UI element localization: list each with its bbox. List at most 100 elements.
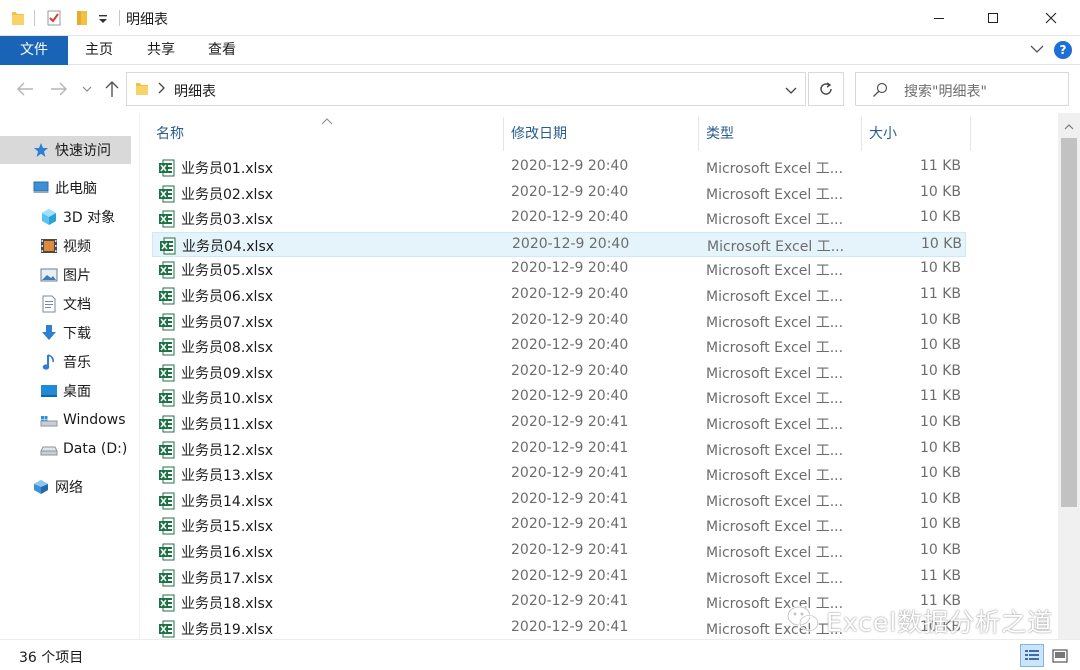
file-row[interactable]: 业务员07.xlsx 2020-12-9 20:40 Microsoft Excel…: [152, 309, 966, 335]
file-row[interactable]: 业务员06.xlsx 2020-12-9 20:40 Microsoft Excel…: [152, 283, 966, 309]
item-count: 36 个项目: [19, 650, 84, 666]
address-bar[interactable]: 明细表: [126, 72, 806, 106]
file-row[interactable]: 业务员16.xlsx 2020-12-9 20:41 Microsoft Excel…: [152, 539, 966, 565]
file-row[interactable]: 业务员17.xlsx 2020-12-9 20:41 Microsoft Excel…: [152, 565, 966, 591]
file-name: 业务员01.xlsx: [181, 161, 274, 177]
toolbar-divider: [34, 10, 35, 26]
file-row[interactable]: 业务员14.xlsx 2020-12-9 20:41 Microsoft Excel…: [152, 488, 966, 514]
file-modified: 2020-12-9 20:40: [511, 260, 629, 277]
file-type: Microsoft Excel 工...: [706, 391, 844, 408]
tab-home[interactable]: 主页: [74, 36, 124, 65]
forward-arrow-icon[interactable]: [48, 77, 70, 101]
vertical-scrollbar[interactable]: [1058, 113, 1080, 639]
maximize-button[interactable]: [966, 0, 1020, 36]
file-modified: 2020-12-9 20:41: [511, 414, 629, 430]
file-row[interactable]: 业务员01.xlsx 2020-12-9 20:40 Microsoft Excel…: [152, 155, 966, 181]
file-size: 10 KB: [919, 542, 961, 558]
file-modified: 2020-12-9 20:40: [511, 158, 629, 174]
properties-check-icon[interactable]: [46, 9, 62, 31]
file-modified: 2020-12-9 20:41: [511, 516, 629, 533]
minimize-button[interactable]: [912, 0, 966, 36]
file-name: 业务员06.xlsx: [181, 289, 274, 305]
tab-view[interactable]: 查看: [197, 36, 247, 65]
file-row[interactable]: 业务员03.xlsx 2020-12-9 20:40 Microsoft Excel…: [152, 206, 966, 232]
customize-dropdown-icon[interactable]: [98, 13, 108, 29]
column-header-modified[interactable]: 修改日期: [511, 117, 701, 151]
large-icons-view-icon: [1052, 648, 1068, 663]
file-size: 10 KB: [919, 414, 961, 430]
file-row[interactable]: 业务员13.xlsx 2020-12-9 20:41 Microsoft Excel…: [152, 462, 966, 488]
file-list: 名称 修改日期 类型 大小 业务员01.xlsx 2020-12-9 20:40 M…: [140, 113, 1058, 639]
sidebar-item-this-pc[interactable]: 此电脑: [32, 174, 97, 202]
file-size: 10 KB: [919, 337, 961, 354]
file-modified: 2020-12-9 20:41: [511, 542, 629, 558]
excel-file-icon: [158, 389, 175, 411]
file-name: 业务员17.xlsx: [181, 570, 274, 587]
up-arrow-icon[interactable]: [102, 77, 122, 101]
sidebar-item-quick-access[interactable]: 快速访问: [0, 136, 131, 164]
sidebar-item-pictures[interactable]: 图片: [40, 261, 91, 289]
excel-file-icon: [158, 159, 175, 181]
sidebar-item-videos[interactable]: 视频: [40, 232, 91, 260]
file-name: 业务员14.xlsx: [181, 493, 274, 510]
column-header-name[interactable]: 名称: [156, 117, 506, 151]
file-row[interactable]: 业务员02.xlsx 2020-12-9 20:40 Microsoft Excel…: [152, 181, 966, 207]
breadcrumb[interactable]: 明细表: [174, 81, 216, 101]
excel-file-icon: [158, 594, 175, 616]
details-view-button[interactable]: [1020, 644, 1044, 667]
back-arrow-icon[interactable]: [14, 77, 36, 101]
address-dropdown-icon[interactable]: [785, 83, 797, 99]
file-row[interactable]: 业务员10.xlsx 2020-12-9 20:40 Microsoft Excel…: [152, 385, 966, 411]
file-modified: 2020-12-9 20:41: [511, 567, 629, 584]
sidebar-item-network[interactable]: 网络: [32, 473, 83, 501]
file-row[interactable]: 业务员09.xlsx 2020-12-9 20:40 Microsoft Excel…: [152, 360, 966, 386]
sidebar-item-data-drive[interactable]: Data (D:): [40, 435, 127, 463]
expand-ribbon-icon[interactable]: [1030, 42, 1044, 58]
help-button[interactable]: ?: [1054, 41, 1072, 59]
recent-locations-chevron-icon[interactable]: [80, 77, 94, 101]
sidebar-item-windows[interactable]: Windows: [40, 406, 126, 434]
file-row[interactable]: 业务员08.xlsx 2020-12-9 20:40 Microsoft Excel…: [152, 334, 966, 360]
file-row[interactable]: 业务员04.xlsx 2020-12-9 20:40 Microsoft Excel…: [152, 231, 966, 258]
tab-file[interactable]: 文件: [0, 36, 68, 65]
tab-share[interactable]: 共享: [136, 36, 186, 65]
breadcrumb-chevron-icon[interactable]: [157, 82, 165, 98]
sidebar-item-3d-objects[interactable]: 3D 对象: [40, 203, 115, 231]
file-row[interactable]: 业务员05.xlsx 2020-12-9 20:40 Microsoft Excel…: [152, 257, 966, 283]
column-divider[interactable]: [861, 117, 862, 151]
column-header-size[interactable]: 大小: [869, 117, 969, 151]
column-divider[interactable]: [503, 117, 504, 151]
file-size: 10 KB: [919, 260, 961, 277]
windows-drive-icon: [40, 411, 58, 429]
file-row[interactable]: 业务员11.xlsx 2020-12-9 20:41 Microsoft Excel…: [152, 411, 966, 437]
search-input[interactable]: 搜索"明细表": [855, 72, 1069, 106]
scrollbar-thumb[interactable]: [1061, 138, 1077, 507]
minimize-icon: [934, 18, 944, 19]
sidebar-item-documents[interactable]: 文档: [40, 290, 91, 318]
excel-file-icon: [158, 441, 175, 463]
column-header-type[interactable]: 类型: [706, 117, 856, 151]
file-modified: 2020-12-9 20:41: [511, 465, 629, 482]
sidebar-item-downloads[interactable]: 下载: [40, 319, 91, 347]
file-modified: 2020-12-9 20:40: [511, 286, 629, 302]
file-row[interactable]: 业务员12.xlsx 2020-12-9 20:41 Microsoft Excel…: [152, 437, 966, 463]
column-divider[interactable]: [698, 117, 699, 151]
scroll-up-icon[interactable]: [1064, 119, 1074, 135]
refresh-button[interactable]: [808, 72, 844, 106]
file-modified: 2020-12-9 20:41: [511, 439, 629, 456]
close-button[interactable]: [1024, 0, 1078, 36]
excel-file-icon: [158, 466, 175, 488]
desktop-icon: [40, 382, 58, 400]
sidebar-item-music[interactable]: 音乐: [40, 348, 91, 376]
file-size: 10 KB: [919, 439, 961, 456]
window-title: 明细表: [126, 12, 168, 28]
file-row[interactable]: 业务员15.xlsx 2020-12-9 20:41 Microsoft Excel…: [152, 513, 966, 539]
large-icons-view-button[interactable]: [1048, 644, 1072, 667]
column-divider[interactable]: [970, 117, 971, 151]
download-icon: [40, 324, 58, 342]
excel-file-icon: [158, 492, 175, 514]
sidebar-item-desktop[interactable]: 桌面: [40, 377, 91, 405]
new-folder-icon[interactable]: [74, 9, 90, 31]
folder-icon[interactable]: [10, 9, 26, 31]
excel-file-icon: [158, 185, 175, 207]
